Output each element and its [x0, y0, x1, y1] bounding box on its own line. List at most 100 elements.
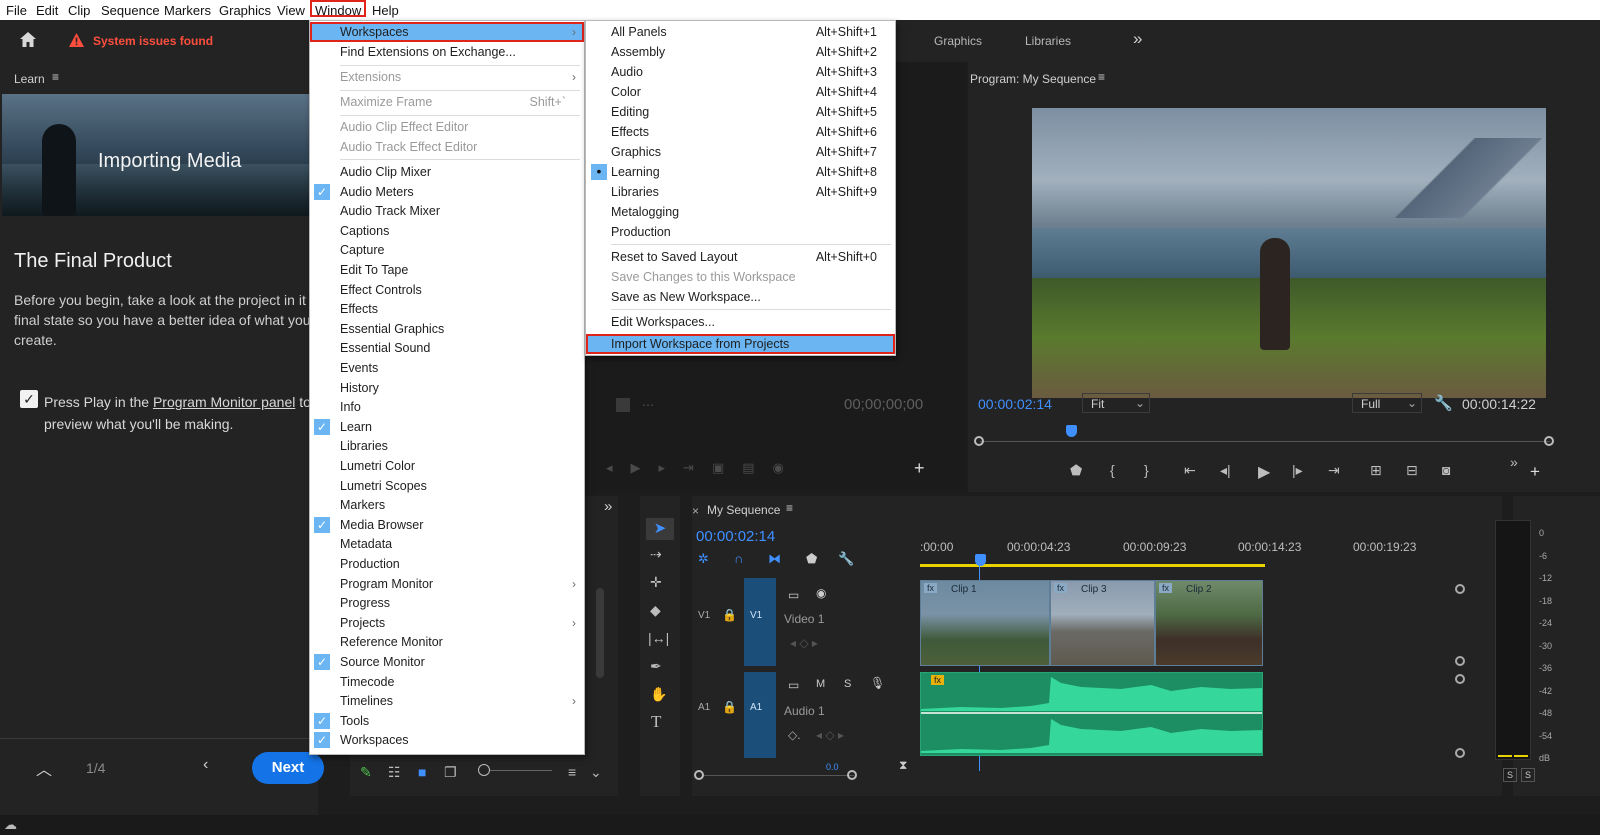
step-back-icon[interactable]: ◂|	[1220, 462, 1231, 479]
audio-clip[interactable]: fx	[920, 672, 1263, 756]
export-frame-icon[interactable]: ◙	[1442, 462, 1450, 478]
menu-file[interactable]: File	[6, 2, 27, 19]
track-select-tool-icon[interactable]: ⇢	[650, 546, 662, 563]
v1-source-label[interactable]: V1	[698, 610, 710, 621]
snap-icon[interactable]: ∩	[734, 551, 743, 566]
slip-tool-icon[interactable]: |↔|	[648, 630, 669, 646]
menu-view[interactable]: View	[277, 2, 305, 19]
time-ruler[interactable]: :00:00 00:00:04:23 00:00:09:23 00:00:14:…	[920, 538, 1450, 570]
timeline-settings-icon[interactable]: 🔧	[838, 551, 854, 567]
menu-item-find-extensions[interactable]: Find Extensions on Exchange...	[310, 42, 584, 62]
menu-item-tools[interactable]: ✓ Tools	[310, 711, 584, 731]
work-area-bar[interactable]	[920, 564, 1265, 567]
menu-item-production[interactable]: Production	[310, 554, 584, 574]
menu-item-essential-sound[interactable]: Essential Sound	[310, 338, 584, 358]
pencil-icon[interactable]: ✎	[360, 764, 372, 781]
type-tool-icon[interactable]: T	[651, 712, 661, 732]
workspace-editing[interactable]: Editing Alt+Shift+5	[586, 102, 895, 122]
lift-icon[interactable]: ⊞	[1370, 462, 1382, 479]
menu-item-program-monitor[interactable]: Program Monitor ›	[310, 574, 584, 594]
solo-left-button[interactable]: S	[1503, 768, 1517, 782]
menu-item-info[interactable]: Info	[310, 397, 584, 417]
lock-icon[interactable]: 🔒	[722, 700, 737, 714]
menu-item-progress[interactable]: Progress	[310, 593, 584, 613]
collapse-up-icon[interactable]: ︿	[36, 756, 52, 780]
program-playhead[interactable]	[1066, 425, 1077, 437]
workspace-edit-workspaces[interactable]: Edit Workspaces...	[586, 312, 895, 332]
lock-icon[interactable]: 🔒	[722, 608, 737, 622]
menu-item-captions[interactable]: Captions	[310, 221, 584, 241]
source-transport-controls[interactable]: ◂▶▸⇥▣▤◉	[606, 460, 856, 475]
menu-edit[interactable]: Edit	[36, 2, 58, 19]
panel-menu-icon[interactable]: ≡	[52, 70, 59, 84]
menu-item-timecode[interactable]: Timecode	[310, 672, 584, 692]
menu-item-timelines[interactable]: Timelines ›	[310, 691, 584, 711]
menu-item-lumetri-color[interactable]: Lumetri Color	[310, 456, 584, 476]
workspace-libraries[interactable]: Libraries Alt+Shift+9	[586, 182, 895, 202]
zoom-slider-handle[interactable]	[478, 764, 490, 776]
step-checkbox[interactable]: ✓	[20, 390, 38, 408]
sequence-tab[interactable]: My Sequence	[707, 503, 780, 517]
scrubber-start-handle[interactable]	[974, 436, 984, 446]
close-sequence-icon[interactable]: ×	[692, 504, 699, 518]
next-button[interactable]: Next	[252, 752, 324, 784]
freeform-view-icon[interactable]: ❐	[444, 764, 457, 781]
program-monitor-title[interactable]: Program: My Sequence	[970, 72, 1096, 86]
extract-icon[interactable]: ⊟	[1406, 462, 1418, 479]
microphone-icon[interactable]: 🎙	[870, 676, 885, 690]
menu-item-audio-track-mixer[interactable]: Audio Track Mixer	[310, 201, 584, 221]
menu-item-essential-graphics[interactable]: Essential Graphics	[310, 319, 584, 339]
mute-button[interactable]: M	[816, 678, 825, 690]
menu-sequence[interactable]: Sequence	[101, 2, 160, 19]
hand-tool-icon[interactable]: ✋	[650, 686, 667, 703]
overflow-icon[interactable]: »	[1510, 454, 1518, 470]
menu-item-libraries[interactable]: Libraries	[310, 436, 584, 456]
selection-tool-icon[interactable]: ➤	[646, 518, 674, 540]
menu-item-events[interactable]: Events	[310, 358, 584, 378]
menu-item-edit-to-tape[interactable]: Edit To Tape	[310, 260, 584, 280]
audio-scroll-top[interactable]	[1455, 674, 1465, 684]
menu-item-source-monitor[interactable]: ✓ Source Monitor	[310, 652, 584, 672]
timeline-zoom-start[interactable]	[694, 770, 704, 780]
prev-page-icon[interactable]: ‹	[203, 756, 208, 774]
go-to-out-icon[interactable]: ⇥	[1328, 462, 1340, 479]
source-add-button[interactable]: +	[914, 458, 925, 479]
nest-icon[interactable]: ✲	[698, 551, 709, 567]
menu-item-reference-monitor[interactable]: Reference Monitor	[310, 632, 584, 652]
razor-tool-icon[interactable]: ◆	[650, 602, 661, 619]
menu-item-learn[interactable]: ✓ Learn	[310, 417, 584, 437]
workspace-learning[interactable]: • Learning Alt+Shift+8	[586, 162, 895, 182]
safe-margins-icon[interactable]	[616, 398, 630, 412]
menu-item-workspaces[interactable]: Workspaces ›	[310, 22, 584, 42]
workspace-tab-libraries[interactable]: Libraries	[1025, 34, 1071, 48]
workspace-tab-graphics[interactable]: Graphics	[934, 34, 982, 48]
project-scrollbar[interactable]	[596, 588, 604, 678]
add-marker-icon[interactable]: ⬟	[806, 551, 817, 567]
list-view-icon[interactable]: ☷	[388, 764, 401, 781]
clip-3[interactable]: fx Clip 3	[1050, 580, 1155, 666]
timeline-zoom-end[interactable]	[847, 770, 857, 780]
menu-item-lumetri-scopes[interactable]: Lumetri Scopes	[310, 476, 584, 496]
menu-item-workspaces-panel[interactable]: ✓ Workspaces	[310, 730, 584, 750]
source-timecode[interactable]: 00;00;00;00	[844, 396, 923, 413]
home-icon[interactable]	[18, 30, 38, 53]
fit-dropdown[interactable]: Fit ⌄	[1082, 393, 1150, 413]
menu-item-audio-meters[interactable]: ✓ Audio Meters	[310, 182, 584, 202]
workspace-import-from-projects[interactable]: Import Workspace from Projects	[586, 334, 895, 354]
mark-in-icon[interactable]: {	[1110, 462, 1115, 478]
menu-help[interactable]: Help	[372, 2, 399, 19]
solo-right-button[interactable]: S	[1521, 768, 1535, 782]
wrench-icon[interactable]: 🔧	[1434, 394, 1453, 412]
keyframe-nav-icon[interactable]: ◂ ◇ ▸	[816, 728, 844, 742]
timeline-timecode[interactable]: 00:00:02:14	[696, 528, 775, 545]
timeline-zoom-icon[interactable]: ⧗	[899, 758, 907, 773]
a1-source-label[interactable]: A1	[698, 702, 710, 713]
timeline-scrollbar[interactable]	[704, 775, 854, 776]
menu-item-projects[interactable]: Projects ›	[310, 613, 584, 633]
panel-overflow-icon[interactable]: »	[604, 498, 612, 515]
ripple-edit-tool-icon[interactable]: ✛	[650, 574, 662, 591]
menu-graphics[interactable]: Graphics	[219, 2, 271, 19]
insert-icon[interactable]: ⋯	[642, 398, 654, 412]
chevron-down-icon[interactable]: ⌄	[590, 764, 602, 781]
pen-tool-icon[interactable]: ✒	[650, 658, 662, 675]
